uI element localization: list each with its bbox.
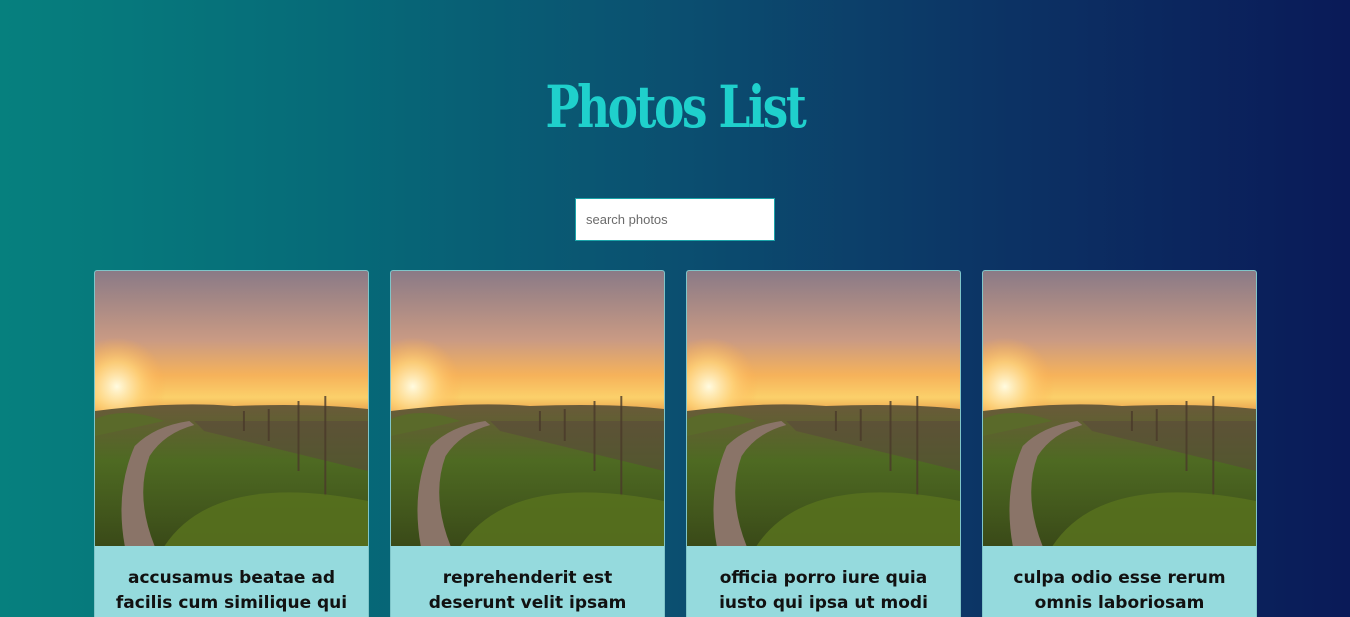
photo-image <box>95 271 368 546</box>
photo-caption: culpa odio esse rerum omnis laboriosam v… <box>1013 568 1226 613</box>
photo-grid: accusamus beatae ad facilis cum similiqu… <box>94 270 1257 617</box>
photo-card[interactable]: officia porro iure quia iusto qui ipsa u… <box>686 270 961 617</box>
photo-caption: officia porro iure quia iusto qui ipsa u… <box>719 568 928 613</box>
search-input[interactable] <box>575 198 775 241</box>
photo-card[interactable]: accusamus beatae ad facilis cum similiqu… <box>94 270 369 617</box>
photo-caption: reprehenderit est deserunt velit ipsam <box>428 568 627 613</box>
photo-image <box>687 271 960 546</box>
photo-image <box>391 271 664 546</box>
page-title: Photos List <box>545 73 806 141</box>
photo-card[interactable]: reprehenderit est deserunt velit ipsam <box>390 270 665 617</box>
photo-card[interactable]: culpa odio esse rerum omnis laboriosam v… <box>982 270 1257 617</box>
photo-caption: accusamus beatae ad facilis cum similiqu… <box>115 568 348 613</box>
photo-image <box>983 271 1256 546</box>
